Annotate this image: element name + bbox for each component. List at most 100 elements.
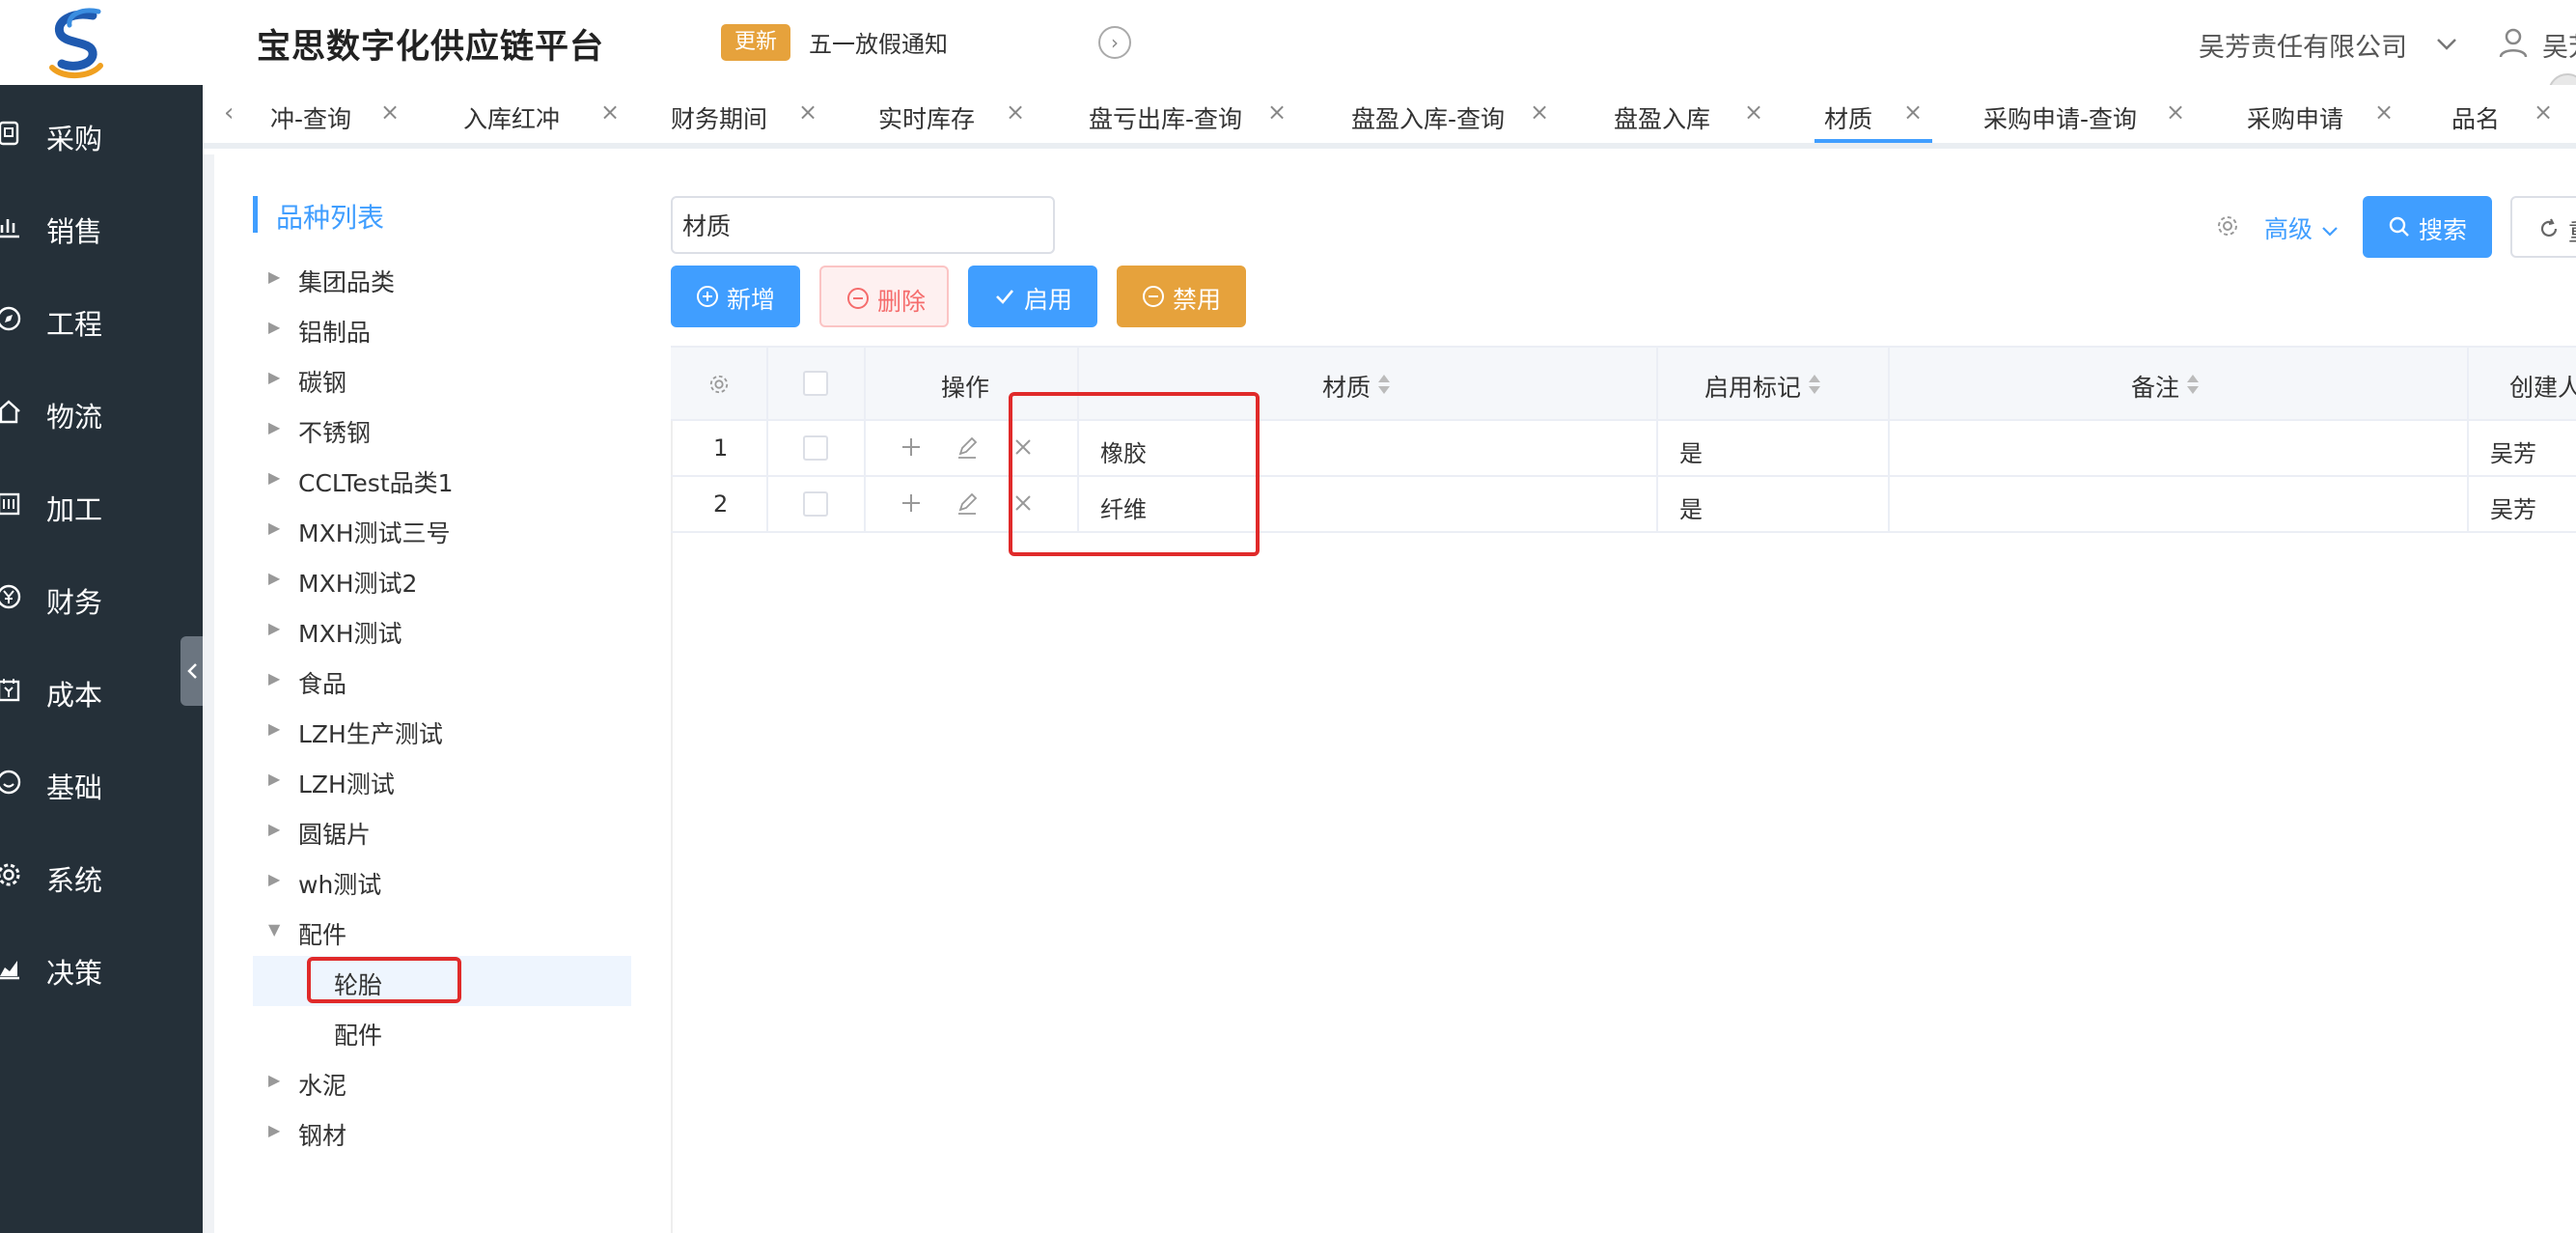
- tree-node[interactable]: ▶ 钢材: [253, 1107, 631, 1157]
- caret-right-icon[interactable]: ▶: [268, 267, 280, 286]
- close-icon[interactable]: ×: [2534, 98, 2553, 126]
- sidebar-item-0[interactable]: 采购: [0, 104, 203, 162]
- tree-node[interactable]: ▶ CCLTest品类1: [253, 454, 631, 504]
- tree-node[interactable]: ▶ 食品: [253, 655, 631, 705]
- tree-node[interactable]: ▶ LZH生产测试: [253, 705, 631, 755]
- close-icon[interactable]: ×: [1744, 98, 1763, 126]
- user-icon[interactable]: [2498, 27, 2529, 58]
- tree-node[interactable]: ▶ MXH测试三号: [253, 504, 631, 554]
- sidebar-item-6[interactable]: 成本: [0, 660, 203, 718]
- edit-icon[interactable]: [955, 490, 980, 516]
- column-header-enabled[interactable]: 启用标记: [1658, 348, 1890, 421]
- tab-label: 入库红冲: [463, 105, 561, 133]
- tab-9[interactable]: 采购申请 ×: [2237, 85, 2403, 143]
- tab-2[interactable]: 财务期间 ×: [661, 85, 827, 143]
- sort-icon[interactable]: [1807, 373, 1822, 396]
- close-icon[interactable]: ×: [2374, 98, 2394, 126]
- chevron-right-icon[interactable]: ›: [1098, 26, 1131, 59]
- close-icon[interactable]: ×: [600, 98, 620, 126]
- caret-right-icon[interactable]: ▶: [268, 1071, 280, 1089]
- sidebar-item-7[interactable]: 基础: [0, 753, 203, 811]
- caret-right-icon[interactable]: ▶: [268, 1121, 280, 1139]
- update-badge[interactable]: 更新: [721, 24, 790, 61]
- select-all-checkbox[interactable]: [803, 371, 828, 396]
- column-header-remark[interactable]: 备注: [1890, 348, 2469, 421]
- row-checkbox[interactable]: [803, 491, 828, 517]
- caret-right-icon[interactable]: ▶: [268, 368, 280, 386]
- sidebar-item-8[interactable]: 系统: [0, 846, 203, 904]
- gear-icon[interactable]: [708, 374, 730, 395]
- caret-right-icon[interactable]: ▶: [268, 318, 280, 336]
- close-icon[interactable]: ×: [1903, 98, 1923, 126]
- edit-icon[interactable]: [955, 434, 980, 460]
- tree-node[interactable]: ▶ LZH测试: [253, 755, 631, 805]
- chevron-left-icon[interactable]: ‹: [224, 98, 234, 127]
- notice-link[interactable]: 五一放假通知: [809, 25, 948, 59]
- close-icon[interactable]: ×: [798, 98, 817, 126]
- company-selector[interactable]: 吴芳责任有限公司: [2199, 26, 2407, 64]
- caret-right-icon[interactable]: ▶: [268, 820, 280, 838]
- caret-right-icon[interactable]: ▶: [268, 518, 280, 537]
- tree-node[interactable]: ▶ 铝制品: [253, 303, 631, 353]
- tree-node[interactable]: ▶ MXH测试2: [253, 554, 631, 604]
- caret-right-icon[interactable]: ▶: [268, 418, 280, 436]
- chevron-down-icon[interactable]: [2434, 31, 2459, 56]
- column-header-creator[interactable]: 创建人: [2469, 348, 2576, 421]
- tree-node[interactable]: ▶ 圆锯片: [253, 805, 631, 855]
- plus-icon[interactable]: [899, 434, 924, 460]
- sidebar-item-4[interactable]: 加工: [0, 475, 203, 533]
- caret-right-icon[interactable]: ▶: [268, 770, 280, 788]
- tree-node[interactable]: ▶ 不锈钢: [253, 404, 631, 454]
- advanced-toggle[interactable]: 高级: [2264, 210, 2340, 245]
- disable-button[interactable]: 禁用: [1117, 266, 1246, 327]
- tab-0[interactable]: 冲-查询 ×: [261, 85, 409, 143]
- tree-node[interactable]: ▶ wh测试: [253, 855, 631, 906]
- sidebar-item-9[interactable]: 决策: [0, 939, 203, 996]
- close-icon[interactable]: ×: [1267, 98, 1287, 126]
- tab-1[interactable]: 入库红冲 ×: [454, 85, 629, 143]
- tree-node[interactable]: ▼ 配件: [253, 906, 631, 956]
- sidebar-item-2[interactable]: 工程: [0, 290, 203, 348]
- sidebar-item-5[interactable]: 财务: [0, 568, 203, 626]
- caret-right-icon[interactable]: ▶: [268, 719, 280, 738]
- column-settings-cell[interactable]: [671, 348, 768, 421]
- tab-3[interactable]: 实时库存 ×: [869, 85, 1035, 143]
- enable-button[interactable]: 启用: [968, 266, 1097, 327]
- tab-4[interactable]: 盘亏出库-查询 ×: [1079, 85, 1296, 143]
- close-icon[interactable]: ×: [380, 98, 400, 126]
- close-icon[interactable]: ×: [1530, 98, 1549, 126]
- gear-icon[interactable]: [2216, 214, 2239, 238]
- add-button[interactable]: 新增: [671, 266, 800, 327]
- caret-right-icon[interactable]: ▶: [268, 619, 280, 637]
- search-button[interactable]: 搜索: [2363, 196, 2492, 258]
- close-icon[interactable]: ×: [2166, 98, 2185, 126]
- tab-5[interactable]: 盘盈入库-查询 ×: [1342, 85, 1559, 143]
- tree-node[interactable]: 配件: [253, 1006, 631, 1056]
- close-icon[interactable]: ×: [1006, 98, 1025, 126]
- tab-6[interactable]: 盘盈入库 ×: [1604, 85, 1773, 143]
- sort-icon[interactable]: [2185, 373, 2201, 396]
- tree-node[interactable]: ▶ 集团品类: [253, 253, 631, 303]
- column-label-ops: 操作: [941, 374, 990, 402]
- sidebar-item-3[interactable]: 物流: [0, 382, 203, 440]
- reset-button[interactable]: 重置: [2510, 196, 2576, 258]
- tree-node[interactable]: ▶ 水泥: [253, 1056, 631, 1107]
- search-input[interactable]: [671, 196, 1055, 254]
- tab-8[interactable]: 采购申请-查询 ×: [1974, 85, 2195, 143]
- caret-right-icon[interactable]: ▶: [268, 468, 280, 487]
- caret-down-icon[interactable]: ▼: [268, 920, 280, 939]
- caret-right-icon[interactable]: ▶: [268, 669, 280, 687]
- tree-node[interactable]: ▶ MXH测试: [253, 604, 631, 655]
- caret-right-icon[interactable]: ▶: [268, 870, 280, 888]
- tab-10[interactable]: 品名 ×: [2442, 85, 2562, 143]
- row-remark-cell: [1890, 477, 2469, 531]
- user-name[interactable]: 吴芳: [2542, 26, 2576, 64]
- sort-icon[interactable]: [1376, 373, 1392, 396]
- tab-7[interactable]: 材质 ×: [1814, 85, 1932, 143]
- delete-button[interactable]: 删除: [819, 266, 949, 327]
- row-checkbox[interactable]: [803, 435, 828, 461]
- tree-node[interactable]: ▶ 碳钢: [253, 353, 631, 404]
- caret-right-icon[interactable]: ▶: [268, 569, 280, 587]
- sidebar-item-1[interactable]: 销售: [0, 197, 203, 255]
- plus-icon[interactable]: [899, 490, 924, 516]
